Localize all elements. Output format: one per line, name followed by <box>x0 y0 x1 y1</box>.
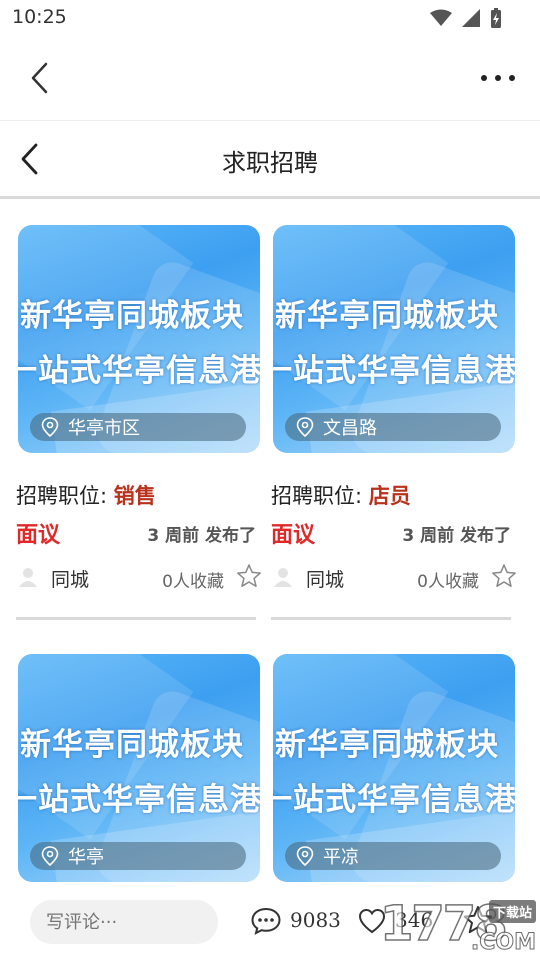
status-bar: 10:25 <box>0 0 540 38</box>
banner-text-line1: 新华亭同城板块 <box>20 727 244 763</box>
avatar-icon <box>19 568 37 587</box>
favorites-count: 0人收藏 <box>417 572 479 592</box>
battery-icon <box>491 8 501 28</box>
location-pin-icon <box>296 417 314 438</box>
watermark-badge: 下载站 <box>488 900 536 923</box>
job-card-image[interactable]: 新华亭同城板块 一站式华亭信息港 平凉 <box>273 654 515 882</box>
location-pill: 文昌路 <box>285 413 501 441</box>
watermark-domain: .COM <box>470 930 536 956</box>
banner-text-line1: 新华亭同城板块 <box>275 727 499 763</box>
signal-icon <box>462 9 480 27</box>
more-options-icon[interactable] <box>478 68 518 88</box>
banner-text-line2: 一站式华亭信息港 <box>18 782 260 818</box>
position-label: 招聘职位: <box>271 484 369 508</box>
page-header: 求职招聘 <box>0 121 540 199</box>
banner-text-line1: 新华亭同城板块 <box>275 298 499 334</box>
card-meta-row: 同城 0人收藏 <box>273 563 517 593</box>
location-pill: 华亭 <box>30 842 246 870</box>
watermark-logo: 1778 下载站 .COM <box>310 890 540 960</box>
city-label: 同城 <box>306 569 345 591</box>
banner-text-line2: 一站式华亭信息港 <box>273 353 515 389</box>
wifi-icon <box>430 9 452 26</box>
location-pin-icon <box>41 846 59 867</box>
back-arrow-icon[interactable] <box>26 60 56 96</box>
location-pin-icon <box>41 417 59 438</box>
top-navigation-bar <box>0 38 540 121</box>
posted-time: 3 周前 发布了 <box>402 526 511 546</box>
position-value: 店员 <box>368 484 411 508</box>
card-meta-row: 同城 0人收藏 <box>18 563 262 593</box>
salary: 面议 <box>271 523 316 548</box>
star-icon[interactable] <box>491 563 517 589</box>
location-text: 平凉 <box>323 847 359 868</box>
comment-icon[interactable] <box>250 906 282 936</box>
job-card-image[interactable]: 新华亭同城板块 一站式华亭信息港 文昌路 <box>273 225 515 453</box>
avatar-icon <box>274 568 292 587</box>
position-value: 销售 <box>113 484 156 508</box>
card-divider <box>16 617 256 620</box>
location-text: 文昌路 <box>323 418 377 439</box>
banner-text-line2: 一站式华亭信息港 <box>273 782 515 818</box>
card-divider <box>271 617 511 620</box>
city-label: 同城 <box>51 569 90 591</box>
comment-bar: 9083 346 1778 下载站 .COM <box>0 890 540 960</box>
location-text: 华亭市区 <box>68 418 140 439</box>
status-time: 10:25 <box>12 6 67 28</box>
favorites-count: 0人收藏 <box>162 572 224 592</box>
job-position: 招聘职位: 店员 <box>271 480 411 510</box>
position-label: 招聘职位: <box>16 484 114 508</box>
job-card-image[interactable]: 新华亭同城板块 一站式华亭信息港 华亭 <box>18 654 260 882</box>
page-title: 求职招聘 <box>222 149 318 177</box>
status-icons <box>430 8 502 28</box>
job-card-image[interactable]: 新华亭同城板块 一站式华亭信息港 华亭市区 <box>18 225 260 453</box>
location-text: 华亭 <box>68 847 104 868</box>
location-pin-icon <box>296 846 314 867</box>
star-icon[interactable] <box>236 563 262 589</box>
banner-text-line2: 一站式华亭信息港 <box>18 353 260 389</box>
location-pill: 华亭市区 <box>30 413 246 441</box>
comment-input[interactable] <box>30 900 218 944</box>
banner-text-line1: 新华亭同城板块 <box>20 298 244 334</box>
location-pill: 平凉 <box>285 842 501 870</box>
salary: 面议 <box>16 523 61 548</box>
job-position: 招聘职位: 销售 <box>16 480 156 510</box>
posted-time: 3 周前 发布了 <box>147 526 256 546</box>
